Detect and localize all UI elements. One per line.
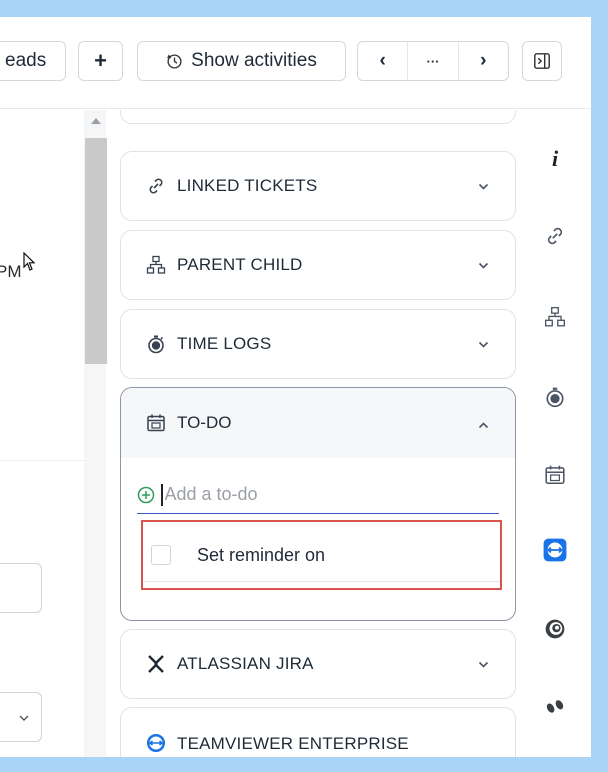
chevron-down-icon <box>478 257 489 272</box>
scrollbar-thumb[interactable] <box>85 138 107 364</box>
chevron-right-icon: › <box>480 50 487 71</box>
ticket-detail-pane: PM <box>0 110 110 757</box>
set-reminder-option[interactable]: Set reminder on <box>141 520 502 590</box>
more-button[interactable]: ··· <box>408 42 459 80</box>
panel-parent-child[interactable]: PARENT CHILD <box>120 230 516 300</box>
panel-title: TEAMVIEWER ENTERPRISE INTEGRATION <box>177 734 409 753</box>
panel-todo: TO-DO Set reminder on <box>120 387 516 621</box>
history-icon <box>166 53 183 70</box>
panel-linked-tickets[interactable]: LINKED TICKETS <box>120 151 516 221</box>
add-circle-icon[interactable] <box>137 486 155 504</box>
app-window: eads + Show activities ‹ ··· › PM LINKED… <box>0 17 591 757</box>
ellipsis-icon: ··· <box>426 53 440 69</box>
side-panels: LINKED TICKETS PARENT CHILD TIME LOGS TO… <box>110 110 520 757</box>
panel-teamviewer[interactable]: TEAMVIEWER ENTERPRISE INTEGRATION <box>120 707 516 757</box>
divider <box>143 581 500 582</box>
panel-card-partial[interactable] <box>120 110 516 124</box>
reminder-label: Set reminder on <box>197 544 326 565</box>
panel-atlassian-jira[interactable]: ATLASSIAN JIRA <box>120 629 516 699</box>
partial-text: PM <box>0 262 22 281</box>
jira-icon <box>145 653 167 675</box>
calendar-icon <box>145 412 167 434</box>
hierarchy-icon <box>145 254 167 276</box>
panel-time-logs[interactable]: TIME LOGS <box>120 309 516 379</box>
todo-input-row <box>137 476 499 514</box>
pagination-group: ‹ ··· › <box>357 41 509 81</box>
text-field[interactable] <box>0 563 42 613</box>
chevron-down-icon <box>478 178 489 193</box>
chevron-up-icon <box>478 416 489 434</box>
spiral-logo-icon[interactable] <box>542 616 568 642</box>
todo-input[interactable] <box>162 483 463 506</box>
stopwatch-icon <box>145 333 167 355</box>
mouse-pointer-icon <box>23 251 37 277</box>
panel-title: TIME LOGS <box>177 334 272 353</box>
scroll-up-arrow-icon[interactable] <box>91 118 101 124</box>
chevron-down-icon <box>478 336 489 351</box>
threads-label: eads <box>5 50 47 71</box>
calendar-icon[interactable] <box>542 462 568 488</box>
add-button[interactable]: + <box>78 41 123 81</box>
chevron-down-icon <box>19 709 29 725</box>
panel-title: ATLASSIAN JIRA <box>177 654 314 673</box>
panel-title: PARENT CHILD <box>177 255 303 274</box>
chevron-down-icon <box>478 656 489 671</box>
sidebar-collapse-icon <box>533 52 551 70</box>
reminder-checkbox[interactable] <box>151 545 171 565</box>
panel-title: TO-DO <box>177 413 232 432</box>
toolbar: eads + Show activities ‹ ··· › <box>0 17 591 109</box>
side-icon-bar: i <box>520 110 591 757</box>
link-icon[interactable] <box>542 223 568 249</box>
teamviewer-icon <box>145 732 167 754</box>
stopwatch-icon[interactable] <box>542 384 568 410</box>
threads-button[interactable]: eads <box>0 41 66 81</box>
todo-header[interactable]: TO-DO <box>121 388 515 458</box>
toggle-sidebar-button[interactable] <box>522 41 562 81</box>
teamviewer-icon[interactable] <box>542 537 568 563</box>
link-icon <box>145 175 167 197</box>
panel-title: LINKED TICKETS <box>177 176 318 195</box>
divider <box>0 460 84 461</box>
footprints-icon[interactable] <box>542 694 568 720</box>
show-activities-label: Show activities <box>191 50 317 71</box>
chevron-left-icon: ‹ <box>379 50 386 71</box>
dropdown-field[interactable] <box>0 692 42 742</box>
next-button[interactable]: › <box>459 42 508 80</box>
add-label: + <box>94 48 107 73</box>
info-icon[interactable]: i <box>542 146 568 172</box>
hierarchy-icon[interactable] <box>542 304 568 330</box>
show-activities-button[interactable]: Show activities <box>137 41 346 81</box>
previous-button[interactable]: ‹ <box>358 42 409 80</box>
